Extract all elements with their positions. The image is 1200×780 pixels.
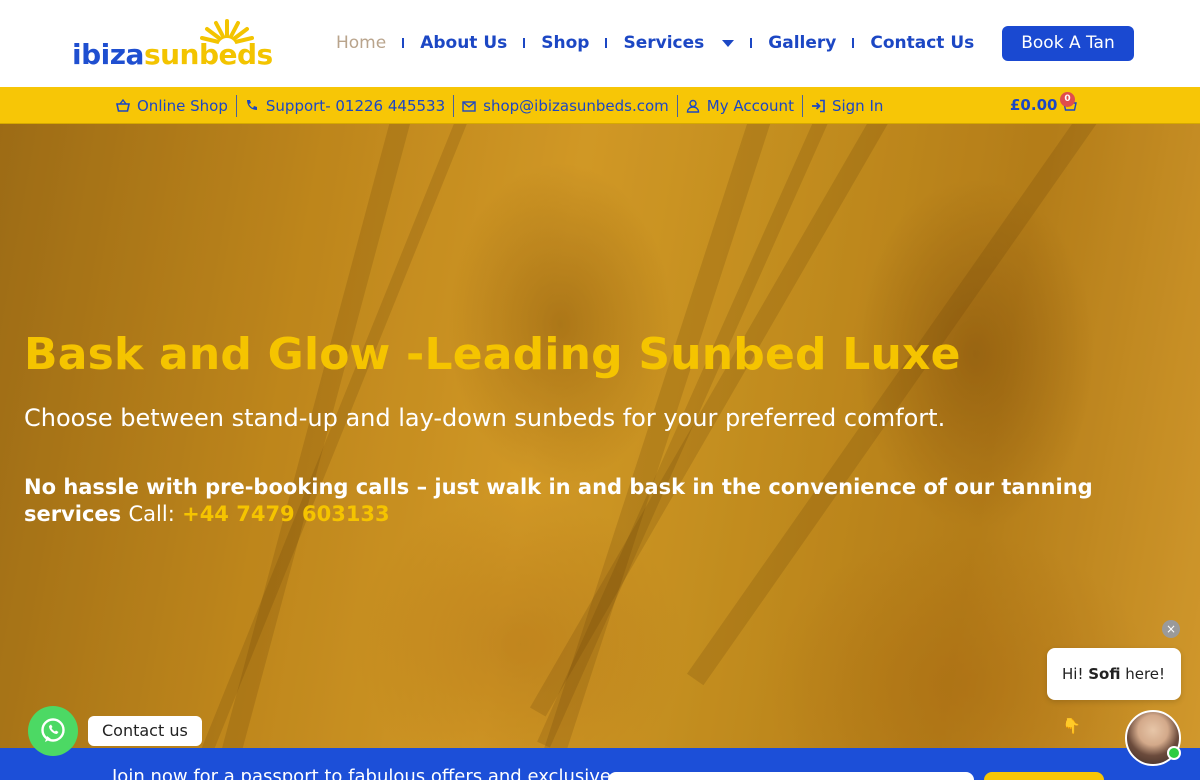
logo[interactable]: ibizasunbeds [72,18,273,70]
support-phone-link[interactable]: Support- 01226 445533 [237,97,453,115]
user-icon [686,99,699,113]
nav-shop[interactable]: Shop [525,28,605,58]
hero-title: Bask and Glow -Leading Sunbed Luxe [24,329,961,380]
info-separator [453,94,455,117]
info-separator [801,94,803,117]
whatsapp-icon [41,718,65,742]
sign-in-link[interactable]: Sign In [803,97,891,115]
logo-text: ibizasunbeds [72,40,273,70]
nav-gallery[interactable]: Gallery [752,28,852,58]
phone-icon [246,99,257,110]
chat-greeting-bubble[interactable]: Hi! Sofi here!👇 [1047,648,1181,735]
info-separator [235,94,237,117]
phone-link[interactable]: +44 7479 603133 [182,502,390,526]
cart-total: £0.00 [1010,96,1058,114]
logo-text-sunbeds: sunbeds [143,38,273,71]
chat-greeting-prefix: Hi! [1062,665,1089,683]
email-label: shop@ibizasunbeds.com [483,96,669,115]
email-link[interactable]: shop@ibizasunbeds.com [454,97,677,115]
hero-subtitle: Choose between stand-up and lay-down sun… [24,404,946,432]
my-account-link[interactable]: My Account [678,97,802,115]
whatsapp-button[interactable] [28,706,78,756]
call-label: Call: [128,502,175,526]
newsletter-text: Join now for a passport to fabulous offe… [112,766,611,780]
info-separator [676,94,678,117]
newsletter-email-input[interactable] [608,772,974,780]
close-icon[interactable]: × [1162,620,1180,638]
online-shop-label: Online Shop [137,96,228,115]
nav-home-label: Home [336,33,387,53]
online-shop-link[interactable]: Online Shop [108,97,236,115]
chat-agent-name: Sofi [1088,665,1121,683]
site-header: ibizasunbeds Home About Us Shop Services… [0,0,1200,87]
nav-about-us[interactable]: About Us [404,28,523,58]
nav-services[interactable]: Services [607,28,750,58]
nav-home[interactable]: Home [320,28,402,58]
logo-text-ibiza: ibiza [72,38,144,71]
info-items: Online Shop Support- 01226 445533 shop@i… [108,87,891,124]
nav-shop-label: Shop [541,33,590,53]
nav-gallery-label: Gallery [768,33,837,53]
nav-contact-us[interactable]: Contact Us [854,28,990,58]
book-a-tan-button[interactable]: Book A Tan [1002,26,1134,61]
info-bar: Online Shop Support- 01226 445533 shop@i… [0,87,1200,124]
envelope-icon [462,100,476,112]
main-nav: Home About Us Shop Services Gallery Cont… [320,28,990,58]
newsletter-submit-button[interactable] [984,772,1104,780]
sign-in-icon [811,99,825,112]
cart-button[interactable]: £0.00 0 [1010,92,1078,114]
hero-banner: Bask and Glow -Leading Sunbed Luxe Choos… [0,124,1200,748]
support-phone-label: Support- 01226 445533 [265,96,446,115]
basket-icon [116,98,130,112]
hero-overlay [0,124,1200,748]
cart-count-badge: 0 [1060,92,1075,107]
nav-services-label: Services [623,33,705,53]
nav-about-label: About Us [420,33,508,53]
whatsapp-contact-label[interactable]: Contact us [88,716,202,746]
nav-contact-label: Contact Us [870,33,975,53]
hero-body: No hassle with pre-booking calls – just … [24,474,1124,528]
online-status-dot [1167,746,1181,760]
newsletter-banner: Join now for a passport to fabulous offe… [0,748,1200,780]
sign-in-label: Sign In [831,96,884,115]
chevron-down-icon [722,39,735,47]
my-account-label: My Account [706,96,794,115]
